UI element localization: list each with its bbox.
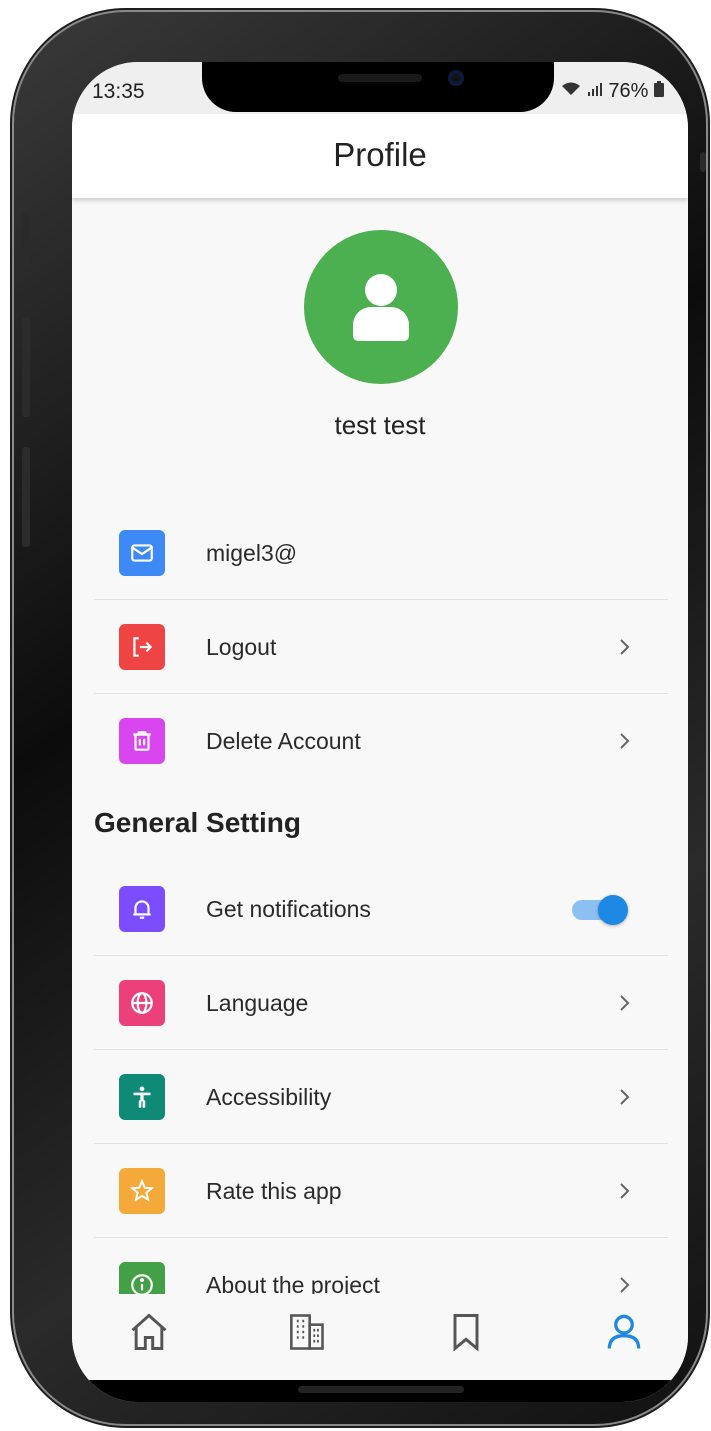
phone-frame: 13:35 76% Profile test test migel3@ Logo… <box>14 12 706 1424</box>
accessibility-icon <box>119 1074 165 1120</box>
notifications-label: Get notifications <box>206 896 371 922</box>
wifi-icon <box>561 80 587 102</box>
email-row: migel3@ <box>94 506 668 600</box>
accessibility-row[interactable]: Accessibility <box>94 1050 668 1144</box>
chevron-right-icon <box>620 1277 630 1293</box>
notifications-toggle[interactable] <box>572 894 628 925</box>
globe-icon <box>119 980 165 1026</box>
email-label: migel3@ <box>206 540 298 566</box>
mail-icon <box>119 530 165 576</box>
chevron-right-icon <box>620 639 630 655</box>
section-title: General Setting <box>94 807 301 838</box>
side-button <box>22 212 30 268</box>
rate-app-label: Rate this app <box>206 1178 342 1204</box>
language-label: Language <box>206 990 309 1016</box>
notch <box>202 62 554 112</box>
building-icon[interactable] <box>284 1310 328 1354</box>
screen: 13:35 76% Profile test test migel3@ Logo… <box>72 62 688 1402</box>
power-button <box>700 152 706 172</box>
home-indicator[interactable] <box>298 1386 464 1393</box>
delete-account-label: Delete Account <box>206 728 361 754</box>
bookmark-icon[interactable] <box>444 1310 488 1354</box>
notifications-row: Get notifications <box>94 862 668 956</box>
trash-icon <box>119 718 165 764</box>
home-icon[interactable] <box>127 1310 171 1354</box>
chevron-right-icon <box>620 733 630 749</box>
volume-down-button <box>22 447 30 547</box>
battery-percent: 76% <box>608 80 649 102</box>
star-icon <box>119 1168 165 1214</box>
chevron-right-icon <box>620 1089 630 1105</box>
volume-up-button <box>22 317 30 417</box>
page-title: Profile <box>333 136 427 173</box>
language-row[interactable]: Language <box>94 956 668 1050</box>
person-icon[interactable] <box>602 1310 646 1354</box>
logout-row[interactable]: Logout <box>94 600 668 694</box>
accessibility-label: Accessibility <box>206 1084 332 1110</box>
avatar[interactable] <box>304 230 458 384</box>
avatar-person-body <box>353 307 409 341</box>
toggle-thumb <box>598 895 628 925</box>
avatar-person-icon <box>365 274 397 306</box>
logout-label: Logout <box>206 634 277 660</box>
bell-icon <box>119 886 165 932</box>
signal-icon <box>587 80 609 102</box>
status-time: 13:35 <box>92 80 145 103</box>
bottom-nav <box>72 1294 688 1382</box>
chevron-right-icon <box>620 995 630 1011</box>
delete-account-row[interactable]: Delete Account <box>94 694 668 788</box>
front-camera <box>448 70 464 86</box>
rate-app-row[interactable]: Rate this app <box>94 1144 668 1238</box>
logout-icon <box>119 624 165 670</box>
profile-name: test test <box>334 410 426 440</box>
speaker <box>338 74 422 82</box>
status-icons: 76% <box>561 80 664 103</box>
battery-icon <box>654 80 664 102</box>
app-bar: Profile <box>72 114 688 198</box>
chevron-right-icon <box>620 1183 630 1199</box>
